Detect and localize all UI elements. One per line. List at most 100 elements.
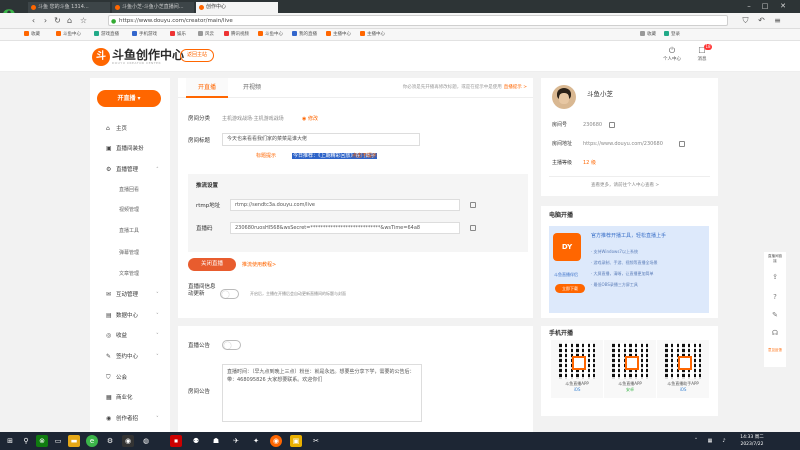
bookmark-item[interactable]: 我的直播 xyxy=(292,31,317,39)
sidebar-subitem[interactable]: 弹幕管理 xyxy=(119,248,139,258)
download-button[interactable]: 立即下载 xyxy=(555,284,585,293)
room-notice-textarea[interactable]: 直播时间：（早九点到晚上三点）粉丝：就是永远。想要些分享下学，需要的公告后：带：… xyxy=(222,364,422,422)
bookmark-item[interactable]: 腾讯视频 xyxy=(224,31,249,39)
minimize-icon[interactable]: – xyxy=(744,1,754,11)
browser-icon[interactable]: e xyxy=(86,435,98,447)
sidebar-item-sign[interactable]: ✎ 签约中心 ˅ xyxy=(106,352,159,362)
bookmark-item[interactable]: 收藏 xyxy=(24,31,40,39)
sidebar-item-home[interactable]: ⌂ 主页 xyxy=(106,124,127,134)
taskbar-clock[interactable]: 14:33 周二 2023/7/22 xyxy=(736,434,768,448)
sidebar-item-guild[interactable]: ⛉ 公会 xyxy=(106,373,127,383)
tool-icon[interactable]: ✂ xyxy=(310,435,322,447)
forward-icon[interactable]: › xyxy=(40,15,51,26)
folder-icon[interactable]: ▬ xyxy=(68,435,80,447)
browser-tab[interactable]: 斗鱼小芝-斗鱼小芝直播间... xyxy=(112,2,194,13)
bookmark-item[interactable]: 主播中心 xyxy=(326,31,351,39)
volume-icon[interactable]: ♪ xyxy=(718,435,730,447)
sidebar-item-interact[interactable]: ✉ 互动管理 ˅ xyxy=(106,290,159,300)
share-icon[interactable]: ⇪ xyxy=(769,272,781,282)
sidebar-subitem[interactable]: 直播回看 xyxy=(119,185,139,195)
bookmark-item[interactable]: 斗鱼中心 xyxy=(258,31,283,39)
personal-center-button[interactable]: ⏻ 个人中心 xyxy=(660,46,684,62)
tab-video[interactable]: 开视频 xyxy=(232,78,272,98)
tutorial-link[interactable]: 推流使用教程> xyxy=(242,261,276,269)
undo-icon[interactable]: ↶ xyxy=(756,15,767,26)
url-input[interactable]: ● https://www.douyu.com/creator/main/live xyxy=(108,15,728,26)
room-title-input[interactable]: 今天也来看看我们家的菜菜是谁大佬 xyxy=(222,133,420,146)
close-icon[interactable]: ✕ xyxy=(778,1,788,11)
dismiss-prompt-link[interactable]: 点击不提示 xyxy=(352,152,377,160)
windows-start-icon[interactable]: ⊞ xyxy=(4,435,16,447)
bookmark-item[interactable]: 娱乐 xyxy=(170,31,186,39)
plane-icon[interactable]: ✈ xyxy=(230,435,242,447)
tray-arrow-icon[interactable]: ˄ xyxy=(690,435,702,447)
copy-icon[interactable] xyxy=(679,141,685,147)
sidebar-item-commerce[interactable]: ▦ 商业化 xyxy=(106,393,133,403)
sidebar-item-label: 创作者招 xyxy=(116,416,139,422)
view-more-link[interactable]: 查看更多，请前往个人中心查看 > xyxy=(591,182,659,190)
sidebar-subitem[interactable]: 视频管理 xyxy=(119,205,139,215)
bookmark-item[interactable]: 主播中心 xyxy=(360,31,385,39)
maximize-icon[interactable]: □ xyxy=(760,1,770,11)
douyu-icon[interactable]: ◉ xyxy=(270,435,282,447)
bookmark-item[interactable]: 收藏 xyxy=(640,31,656,39)
bookmark-item[interactable]: 斗鱼中心 xyxy=(56,31,81,39)
bookmark-item[interactable]: 风云 xyxy=(198,31,214,39)
refresh-icon[interactable]: ↻ xyxy=(52,15,63,26)
tab-live[interactable]: 开直播 xyxy=(186,78,228,98)
camera-icon[interactable]: ◉ xyxy=(122,435,134,447)
feedback-icon[interactable]: ✎ xyxy=(769,310,781,320)
messages-button[interactable]: ☐ 消息 18 xyxy=(690,44,714,62)
start-live-button[interactable]: 开直播 ▾ xyxy=(97,90,161,107)
terminal-icon[interactable]: ▭ xyxy=(52,435,64,447)
home-icon[interactable]: ⌂ xyxy=(64,15,75,26)
game-icon[interactable]: ▣ xyxy=(290,435,302,447)
back-home-button[interactable]: 返回主站 xyxy=(180,49,215,62)
sidebar-item-decor[interactable]: ▣ 直播间装扮 xyxy=(106,144,144,154)
browser-tab-active[interactable]: 创作中心 xyxy=(196,2,278,13)
back-icon[interactable]: ‹ xyxy=(28,15,39,26)
bird-icon[interactable]: ✦ xyxy=(250,435,262,447)
menu-icon[interactable]: ≡ xyxy=(772,15,783,26)
help-icon[interactable]: ? xyxy=(769,292,781,302)
search-icon[interactable]: ⚲ xyxy=(20,435,32,447)
app-icon[interactable]: ☗ xyxy=(210,435,222,447)
stream-code-field[interactable]: 230680ruosHl568&wsSecret=***************… xyxy=(230,222,460,234)
sidebar-item-income[interactable]: ◎ 收益 ˅ xyxy=(106,331,159,341)
modify-category-link[interactable]: ◉ 修改 xyxy=(302,115,318,123)
xbox-icon[interactable]: ⊗ xyxy=(36,435,48,447)
network-icon[interactable]: ▦ xyxy=(704,435,716,447)
sidebar-item-data[interactable]: ▤ 数据中心 ˅ xyxy=(106,311,159,321)
chevron-down-icon: ˅ xyxy=(156,416,159,422)
star-icon[interactable]: ☆ xyxy=(78,15,89,26)
settings-icon[interactable]: ⚙ xyxy=(104,435,116,447)
live-tips-link[interactable]: 直播提示 > xyxy=(504,85,527,90)
rtmp-address-field[interactable]: rtmp://sendtc3a.douyu.com/live xyxy=(230,199,460,211)
steam-icon[interactable]: ◍ xyxy=(140,435,152,447)
sidebar-subitem[interactable]: 直播工具 xyxy=(119,226,139,236)
copy-icon[interactable] xyxy=(609,122,615,128)
close-live-button[interactable]: 关闭直播 xyxy=(188,258,236,271)
sidebar-item-creator[interactable]: ◉ 创作者招 ˅ xyxy=(106,414,159,424)
announcement-toggle[interactable] xyxy=(222,340,241,350)
pad-icon[interactable]: ⚉ xyxy=(190,435,202,447)
bookmark-item[interactable]: 登录 xyxy=(664,31,680,39)
browser-tab[interactable]: 斗鱼 您的斗鱼 1314... xyxy=(28,2,110,13)
site-logo[interactable]: 斗 斗鱼创作中心 DOUYU CREATOR CENTER xyxy=(92,47,184,67)
qr-card[interactable]: 斗鱼直播APP iOS xyxy=(551,340,603,398)
suggestion-button[interactable]: 意见反馈 xyxy=(768,348,782,360)
qr-card[interactable]: 斗鱼直播助手APP iOS xyxy=(657,340,709,398)
headset-icon[interactable]: ☊ xyxy=(769,328,781,338)
obs-icon[interactable]: ■ xyxy=(170,435,182,447)
auto-update-toggle[interactable] xyxy=(220,289,239,299)
copy-icon[interactable] xyxy=(470,225,476,231)
bookmark-item[interactable]: 游戏直播 xyxy=(94,31,119,39)
qr-card[interactable]: 斗鱼直播APP 安卓 xyxy=(604,340,656,398)
room-link-button[interactable]: 直播间链接 xyxy=(768,254,782,266)
shield-icon[interactable]: ⛉ xyxy=(740,15,751,26)
bookmark-item[interactable]: 手机游戏 xyxy=(132,31,157,39)
copy-icon[interactable] xyxy=(470,202,476,208)
sidebar-subitem[interactable]: 文章管理 xyxy=(119,269,139,279)
sidebar-item-live-manage[interactable]: ⚙ 直播管理 ˄ xyxy=(106,165,159,175)
obs-promo-banner[interactable]: DY 斗鱼直播伴侣 立即下载 官方推荐开播工具，轻松直播上手 · 支持Windo… xyxy=(549,226,709,313)
